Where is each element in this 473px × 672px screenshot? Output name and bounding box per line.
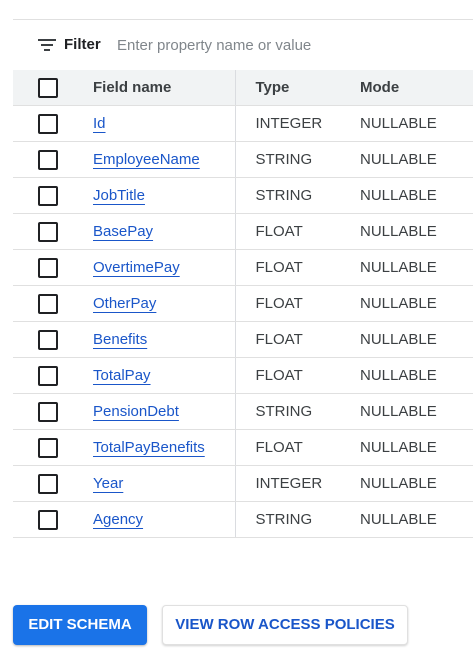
field-name-link[interactable]: Id (93, 115, 106, 132)
field-name-link[interactable]: TotalPayBenefits (93, 439, 205, 456)
table-row: TotalPay FLOAT NULLABLE (13, 357, 473, 394)
field-mode: NULLABLE (340, 177, 473, 214)
row-checkbox[interactable] (38, 221, 58, 242)
field-name-link[interactable]: OtherPay (93, 295, 156, 312)
field-type: STRING (235, 501, 340, 538)
field-type: STRING (235, 141, 340, 178)
table-row: TotalPayBenefits FLOAT NULLABLE (13, 429, 473, 466)
field-mode: NULLABLE (340, 429, 473, 466)
field-name-link[interactable]: TotalPay (93, 367, 151, 384)
field-type: FLOAT (235, 249, 340, 286)
column-header-type: Type (235, 70, 340, 106)
field-type: FLOAT (235, 429, 340, 466)
field-type: FLOAT (235, 285, 340, 322)
field-type: FLOAT (235, 213, 340, 250)
table-row: Id INTEGER NULLABLE (13, 105, 473, 142)
row-checkbox[interactable] (38, 257, 58, 278)
filter-label[interactable]: Filter (64, 36, 101, 53)
row-checkbox[interactable] (38, 437, 58, 458)
field-type: STRING (235, 393, 340, 430)
field-mode: NULLABLE (340, 465, 473, 502)
table-row: BasePay FLOAT NULLABLE (13, 213, 473, 250)
filter-icon[interactable] (38, 39, 56, 51)
row-checkbox[interactable] (38, 293, 58, 314)
row-checkbox[interactable] (38, 473, 58, 494)
field-name-link[interactable]: OvertimePay (93, 259, 180, 276)
field-type: FLOAT (235, 321, 340, 358)
field-name-link[interactable]: EmployeeName (93, 151, 200, 168)
table-header-row: Field name Type Mode (13, 70, 473, 106)
table-row: Year INTEGER NULLABLE (13, 465, 473, 502)
table-row: EmployeeName STRING NULLABLE (13, 141, 473, 178)
field-mode: NULLABLE (340, 393, 473, 430)
field-mode: NULLABLE (340, 213, 473, 250)
field-mode: NULLABLE (340, 285, 473, 322)
field-name-link[interactable]: Year (93, 475, 123, 492)
field-name-link[interactable]: JobTitle (93, 187, 145, 204)
row-checkbox[interactable] (38, 401, 58, 422)
field-mode: NULLABLE (340, 105, 473, 142)
select-all-checkbox[interactable] (38, 77, 58, 98)
field-mode: NULLABLE (340, 357, 473, 394)
edit-schema-button[interactable]: EDIT SCHEMA (13, 605, 147, 645)
field-mode: NULLABLE (340, 141, 473, 178)
field-name-link[interactable]: Agency (93, 511, 143, 528)
column-header-field-name: Field name (80, 70, 236, 106)
row-checkbox[interactable] (38, 365, 58, 386)
schema-table: Field name Type Mode Id INTEGER NULLABLE… (13, 70, 473, 538)
field-mode: NULLABLE (340, 321, 473, 358)
row-checkbox[interactable] (38, 149, 58, 170)
row-checkbox[interactable] (38, 329, 58, 350)
table-row: OvertimePay FLOAT NULLABLE (13, 249, 473, 286)
field-type: FLOAT (235, 357, 340, 394)
filter-input[interactable] (117, 33, 457, 57)
field-type: INTEGER (235, 105, 340, 142)
view-row-access-policies-button[interactable]: VIEW ROW ACCESS POLICIES (162, 605, 408, 645)
select-all-cell (13, 70, 80, 106)
field-name-link[interactable]: BasePay (93, 223, 153, 240)
table-row: Benefits FLOAT NULLABLE (13, 321, 473, 358)
column-header-mode: Mode (340, 70, 473, 106)
field-type: INTEGER (235, 465, 340, 502)
filter-bar: Filter (0, 20, 473, 70)
row-checkbox[interactable] (38, 185, 58, 206)
table-row: JobTitle STRING NULLABLE (13, 177, 473, 214)
field-name-link[interactable]: Benefits (93, 331, 147, 348)
field-name-link[interactable]: PensionDebt (93, 403, 179, 420)
field-mode: NULLABLE (340, 249, 473, 286)
field-type: STRING (235, 177, 340, 214)
table-row: OtherPay FLOAT NULLABLE (13, 285, 473, 322)
field-mode: NULLABLE (340, 501, 473, 538)
table-row: PensionDebt STRING NULLABLE (13, 393, 473, 430)
row-checkbox[interactable] (38, 113, 58, 134)
row-checkbox[interactable] (38, 509, 58, 530)
table-row: Agency STRING NULLABLE (13, 501, 473, 538)
